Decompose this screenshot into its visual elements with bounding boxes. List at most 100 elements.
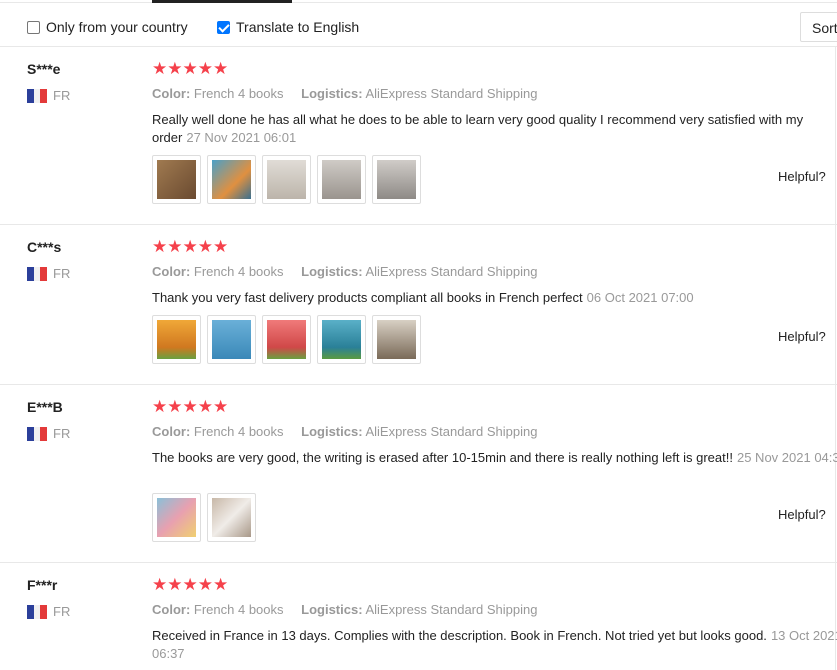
reviewer-country: FR — [27, 426, 70, 441]
color-label: Color: — [152, 424, 191, 439]
star-icon: ★ — [152, 575, 168, 594]
star-icon: ★ — [213, 397, 229, 416]
review-body: The books are very good, the writing is … — [152, 450, 733, 465]
top-divider — [0, 2, 837, 3]
review-body: Received in France in 13 days. Complies … — [152, 628, 767, 643]
star-icon: ★ — [182, 237, 198, 256]
france-flag-icon — [27, 266, 48, 281]
logistics-label: Logistics: — [301, 424, 363, 439]
star-icon: ★ — [152, 237, 168, 256]
review-image-thumbnail[interactable] — [207, 315, 256, 364]
filter-bar: Only from your country Translate to Engl… — [0, 8, 837, 47]
review-text: Thank you very fast delivery products co… — [152, 289, 837, 307]
image-swatch — [267, 320, 306, 359]
review-image-thumbnail[interactable] — [262, 315, 311, 364]
color-label: Color: — [152, 86, 191, 101]
translate-checkbox[interactable] — [217, 20, 230, 34]
helpful-button[interactable]: Helpful? — [778, 329, 826, 344]
star-icon: ★ — [197, 575, 213, 594]
review-images — [152, 315, 427, 364]
star-rating: ★★★★★ — [152, 398, 228, 415]
helpful-button[interactable]: Helpful? — [778, 169, 826, 184]
review-date: 25 Nov 2021 04:38 — [736, 450, 837, 465]
star-icon: ★ — [167, 575, 183, 594]
star-icon: ★ — [167, 397, 183, 416]
logistics-value: AliExpress Standard Shipping — [365, 86, 538, 101]
color-label: Color: — [152, 264, 191, 279]
star-icon: ★ — [213, 575, 229, 594]
star-icon: ★ — [182, 397, 198, 416]
review-image-thumbnail[interactable] — [152, 493, 201, 542]
review-text: Received in France in 13 days. Complies … — [152, 627, 837, 663]
france-flag-icon — [27, 88, 48, 103]
review-item: S***e FR ★★★★★ Color: French 4 books Log… — [0, 47, 837, 225]
reviewer-name: F***r — [27, 577, 58, 593]
star-rating: ★★★★★ — [152, 576, 228, 593]
country-code: FR — [53, 604, 71, 619]
star-icon: ★ — [213, 59, 229, 78]
review-date: 06 Oct 2021 07:00 — [586, 290, 694, 305]
only-country-filter[interactable]: Only from your country — [27, 19, 188, 35]
review-item: E***B FR ★★★★★ Color: French 4 books Log… — [0, 385, 837, 563]
reviewer-name: E***B — [27, 399, 63, 415]
star-icon: ★ — [182, 59, 198, 78]
review-image-thumbnail[interactable] — [207, 155, 256, 204]
reviewer-name: C***s — [27, 239, 62, 255]
helpful-button[interactable]: Helpful? — [778, 507, 826, 522]
image-swatch — [212, 498, 251, 537]
reviewer-country: FR — [27, 88, 70, 103]
review-meta: Color: French 4 books Logistics: AliExpr… — [152, 602, 537, 617]
reviewer-country: FR — [27, 266, 70, 281]
logistics-label: Logistics: — [301, 602, 363, 617]
only-country-checkbox[interactable] — [27, 20, 40, 34]
color-value: French 4 books — [193, 602, 284, 617]
star-icon: ★ — [182, 575, 198, 594]
review-image-thumbnail[interactable] — [372, 315, 421, 364]
review-image-thumbnail[interactable] — [317, 155, 366, 204]
france-flag-icon — [27, 426, 48, 441]
logistics-value: AliExpress Standard Shipping — [365, 602, 538, 617]
image-swatch — [212, 320, 251, 359]
review-image-thumbnail[interactable] — [152, 155, 201, 204]
color-label: Color: — [152, 602, 191, 617]
color-value: French 4 books — [193, 86, 284, 101]
review-text: Really well done he has all what he does… — [152, 111, 837, 147]
translate-label: Translate to English — [236, 19, 360, 35]
logistics-value: AliExpress Standard Shipping — [365, 424, 538, 439]
reviewer-country: FR — [27, 604, 70, 619]
logistics-label: Logistics: — [301, 264, 363, 279]
review-meta: Color: French 4 books Logistics: AliExpr… — [152, 424, 537, 439]
france-flag-icon — [27, 604, 48, 619]
star-icon: ★ — [197, 397, 213, 416]
review-text: The books are very good, the writing is … — [152, 449, 837, 467]
country-code: FR — [53, 266, 71, 281]
image-swatch — [322, 160, 361, 199]
review-meta: Color: French 4 books Logistics: AliExpr… — [152, 86, 537, 101]
image-swatch — [322, 320, 361, 359]
review-images — [152, 493, 262, 542]
sort-dropdown[interactable]: Sort — [800, 12, 837, 42]
review-image-thumbnail[interactable] — [317, 315, 366, 364]
country-code: FR — [53, 88, 71, 103]
country-code: FR — [53, 426, 71, 441]
review-item: F***r FR ★★★★★ Color: French 4 books Log… — [0, 563, 837, 670]
review-image-thumbnail[interactable] — [262, 155, 311, 204]
star-icon: ★ — [152, 397, 168, 416]
logistics-value: AliExpress Standard Shipping — [365, 264, 538, 279]
image-swatch — [157, 160, 196, 199]
review-image-thumbnail[interactable] — [207, 493, 256, 542]
reviewer-name: S***e — [27, 61, 61, 77]
active-tab-indicator — [152, 0, 292, 3]
review-meta: Color: French 4 books Logistics: AliExpr… — [152, 264, 537, 279]
review-image-thumbnail[interactable] — [152, 315, 201, 364]
review-body: Thank you very fast delivery products co… — [152, 290, 583, 305]
review-images — [152, 155, 427, 204]
star-icon: ★ — [167, 237, 183, 256]
review-date: 27 Nov 2021 06:01 — [186, 130, 297, 145]
review-image-thumbnail[interactable] — [372, 155, 421, 204]
logistics-label: Logistics: — [301, 86, 363, 101]
image-swatch — [267, 160, 306, 199]
translate-filter[interactable]: Translate to English — [217, 19, 359, 35]
color-value: French 4 books — [193, 424, 284, 439]
star-icon: ★ — [197, 59, 213, 78]
